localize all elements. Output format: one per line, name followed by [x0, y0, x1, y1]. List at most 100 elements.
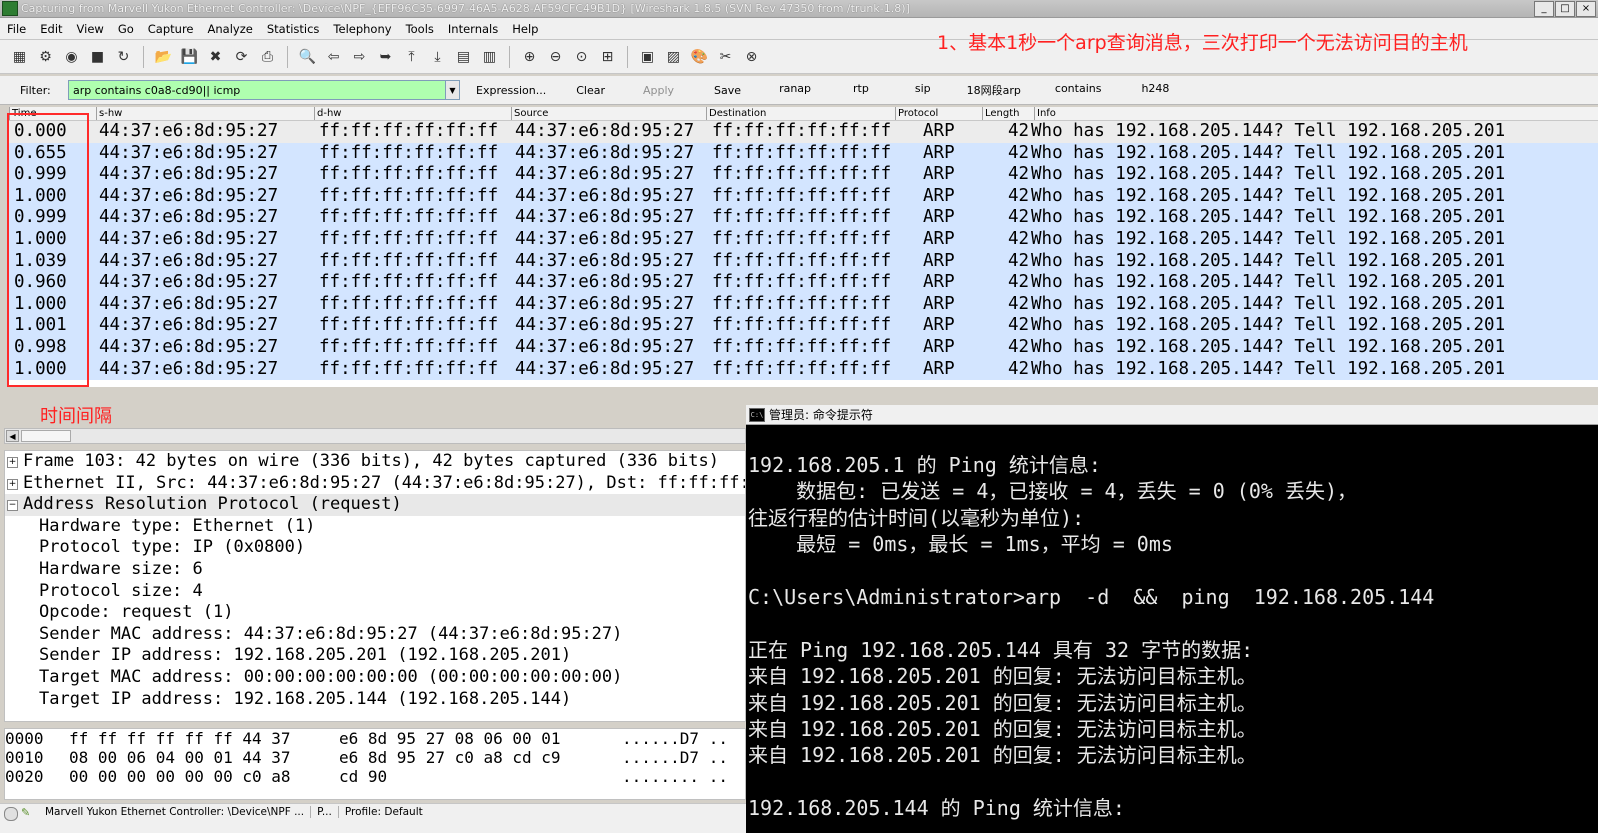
column-header-dhw[interactable]: d-hw — [314, 107, 341, 120]
packet-src: 44:37:e6:8d:95:27 — [515, 315, 695, 336]
command-prompt-window[interactable]: C:\ 管理员: 命令提示符 192.168.205.1 的 Ping 统计信息… — [746, 405, 1598, 833]
packet-row[interactable]: 1.001 44:37:e6:8d:95:27 ff:ff:ff:ff:ff:ff 4… — [9, 315, 1598, 337]
menu-telephony[interactable]: Telephony — [326, 22, 398, 36]
open-icon[interactable]: 📂 — [152, 45, 175, 68]
print-icon[interactable]: ⎙ — [256, 45, 279, 68]
collapse-icon[interactable]: − — [7, 500, 18, 512]
apply-button[interactable]: Apply — [635, 84, 682, 97]
horizontal-scrollbar[interactable]: ◀ — [4, 428, 746, 444]
find-icon[interactable]: 🔍 — [296, 45, 319, 68]
packet-row[interactable]: 0.655 44:37:e6:8d:95:27 ff:ff:ff:ff:ff:ff 4… — [9, 142, 1598, 165]
scroll-left-icon[interactable]: ◀ — [6, 430, 19, 442]
detail-row[interactable]: Opcode: request (1) — [5, 602, 745, 624]
expand-icon[interactable]: + — [7, 478, 18, 490]
bytes-hex1: 00 00 00 00 00 00 c0 a8 — [69, 767, 291, 786]
filter-button-3[interactable]: 18网段arp — [959, 82, 1029, 98]
filter-button-1[interactable]: rtp — [845, 82, 877, 98]
capture-filters-icon[interactable]: ▣ — [636, 45, 659, 68]
filter-button-0[interactable]: ranap — [771, 82, 819, 98]
minimize-button[interactable]: _ — [1534, 1, 1554, 17]
column-header-shw[interactable]: s-hw — [96, 107, 122, 120]
scrollbar-thumb[interactable] — [21, 430, 71, 442]
maximize-button[interactable]: □ — [1555, 1, 1575, 17]
reload-icon[interactable]: ⟳ — [230, 45, 253, 68]
menu-help[interactable]: Help — [505, 22, 545, 36]
packet-row[interactable]: 0.998 44:37:e6:8d:95:27 ff:ff:ff:ff:ff:ff 4… — [9, 336, 1598, 359]
packet-row[interactable]: 1.000 44:37:e6:8d:95:27 ff:ff:ff:ff:ff:ff 4… — [9, 228, 1598, 251]
detail-row[interactable]: Sender MAC address: 44:37:e6:8d:95:27 (4… — [5, 624, 745, 646]
capture-comment-icon[interactable]: ✎ — [21, 807, 35, 819]
detail-row[interactable]: Target IP address: 192.168.205.144 (192.… — [5, 689, 745, 711]
column-header-length[interactable]: Length — [982, 107, 1020, 120]
menu-edit[interactable]: Edit — [33, 22, 69, 36]
packet-row[interactable]: 0.999 44:37:e6:8d:95:27 ff:ff:ff:ff:ff:ff 4… — [9, 164, 1598, 186]
menu-internals[interactable]: Internals — [441, 22, 505, 36]
last-icon[interactable]: ⤓ — [426, 45, 449, 68]
back-icon[interactable]: ⇦ — [322, 45, 345, 68]
menu-view[interactable]: View — [70, 22, 111, 36]
menu-file[interactable]: File — [0, 22, 33, 36]
packet-row[interactable]: 1.000 44:37:e6:8d:95:27 ff:ff:ff:ff:ff:ff 4… — [9, 358, 1598, 381]
column-header-protocol[interactable]: Protocol — [895, 107, 938, 120]
close-button[interactable]: × — [1576, 1, 1596, 17]
zoom-normal-icon[interactable]: ⊙ — [570, 45, 593, 68]
menu-go[interactable]: Go — [111, 22, 141, 36]
detail-row[interactable]: + Frame 103: 42 bytes on wire (336 bits),… — [5, 451, 745, 473]
column-header-destination[interactable]: Destination — [706, 107, 766, 120]
stop-icon[interactable]: ■ — [86, 45, 109, 68]
display-filter-input[interactable]: arp contains c0a8-cd90|| icmp — [68, 80, 446, 100]
packet-info: Who has 192.168.205.144? Tell 192.168.20… — [1031, 121, 1506, 141]
filter-button-5[interactable]: h248 — [1133, 82, 1177, 98]
expression-button[interactable]: Expression... — [468, 84, 554, 97]
detail-row[interactable]: Hardware type: Ethernet (1) — [5, 516, 745, 538]
packet-row[interactable]: 1.039 44:37:e6:8d:95:27 ff:ff:ff:ff:ff:ff 4… — [9, 250, 1598, 273]
goto-icon[interactable]: ➥ — [374, 45, 397, 68]
column-header-info[interactable]: Info — [1034, 107, 1056, 120]
menu-capture[interactable]: Capture — [141, 22, 201, 36]
detail-row[interactable]: Target MAC address: 00:00:00:00:00:00 (0… — [5, 667, 745, 689]
menu-analyze[interactable]: Analyze — [201, 22, 260, 36]
detail-row[interactable]: − Address Resolution Protocol (request) — [5, 494, 745, 516]
packet-row[interactable]: 0.000 44:37:e6:8d:95:27 ff:ff:ff:ff:ff:ff 4… — [9, 121, 1598, 143]
display-filters-icon[interactable]: ▨ — [662, 45, 685, 68]
filter-button-2[interactable]: sip — [907, 82, 939, 98]
close-icon[interactable]: ✖ — [204, 45, 227, 68]
first-icon[interactable]: ⤒ — [400, 45, 423, 68]
restart-icon[interactable]: ↻ — [112, 45, 135, 68]
detail-row[interactable]: Hardware size: 6 — [5, 559, 745, 581]
preferences-icon[interactable]: ✂ — [714, 45, 737, 68]
packet-row[interactable]: 0.999 44:37:e6:8d:95:27 ff:ff:ff:ff:ff:ff 4… — [9, 207, 1598, 229]
status-profile[interactable]: Profile: Default — [339, 806, 429, 818]
forward-icon[interactable]: ⇨ — [348, 45, 371, 68]
clear-button[interactable]: Clear — [568, 84, 613, 97]
colorize-icon[interactable]: ▤ — [452, 45, 475, 68]
detail-row[interactable]: Sender IP address: 192.168.205.201 (192.… — [5, 645, 745, 667]
save-filter-button[interactable]: Save — [706, 84, 749, 97]
coloring-rules-icon[interactable]: 🎨 — [688, 45, 711, 68]
expand-icon[interactable]: + — [7, 457, 18, 468]
detail-row[interactable]: + Ethernet II, Src: 44:37:e6:8d:95:27 (44… — [5, 473, 745, 495]
filter-button-4[interactable]: contains — [1047, 82, 1110, 98]
help-icon[interactable]: ⊗ — [740, 45, 763, 68]
zoom-in-icon[interactable]: ⊕ — [518, 45, 541, 68]
filter-dropdown-icon[interactable]: ▼ — [446, 80, 460, 100]
packet-row[interactable]: 1.000 44:37:e6:8d:95:27 ff:ff:ff:ff:ff:ff 4… — [9, 293, 1598, 316]
autoscroll-icon[interactable]: ▥ — [478, 45, 501, 68]
packet-row[interactable]: 0.960 44:37:e6:8d:95:27 ff:ff:ff:ff:ff:ff 4… — [9, 272, 1598, 294]
menu-statistics[interactable]: Statistics — [260, 22, 327, 36]
detail-row[interactable]: Protocol type: IP (0x0800) — [5, 537, 745, 559]
packet-list[interactable]: Time s-hw d-hw Source Destination Protocol Len… — [9, 107, 1598, 387]
menu-tools[interactable]: Tools — [399, 22, 441, 36]
resize-columns-icon[interactable]: ⊞ — [596, 45, 619, 68]
packet-row[interactable]: 1.000 44:37:e6:8d:95:27 ff:ff:ff:ff:ff:ff 4… — [9, 185, 1598, 208]
save-icon[interactable]: 💾 — [178, 45, 201, 68]
packet-details-pane[interactable]: + Frame 103: 42 bytes on wire (336 bits),… — [4, 450, 746, 722]
options-icon[interactable]: ⚙ — [34, 45, 57, 68]
expert-info-icon[interactable] — [4, 807, 18, 821]
detail-row[interactable]: Protocol size: 4 — [5, 581, 745, 603]
zoom-out-icon[interactable]: ⊖ — [544, 45, 567, 68]
start-icon[interactable]: ◉ — [60, 45, 83, 68]
packet-bytes-pane[interactable]: 0000 ff ff ff ff ff ff 44 37 e6 8d 95 27 0… — [4, 728, 746, 800]
column-header-source[interactable]: Source — [511, 107, 548, 120]
interfaces-icon[interactable]: ▦ — [8, 45, 31, 68]
